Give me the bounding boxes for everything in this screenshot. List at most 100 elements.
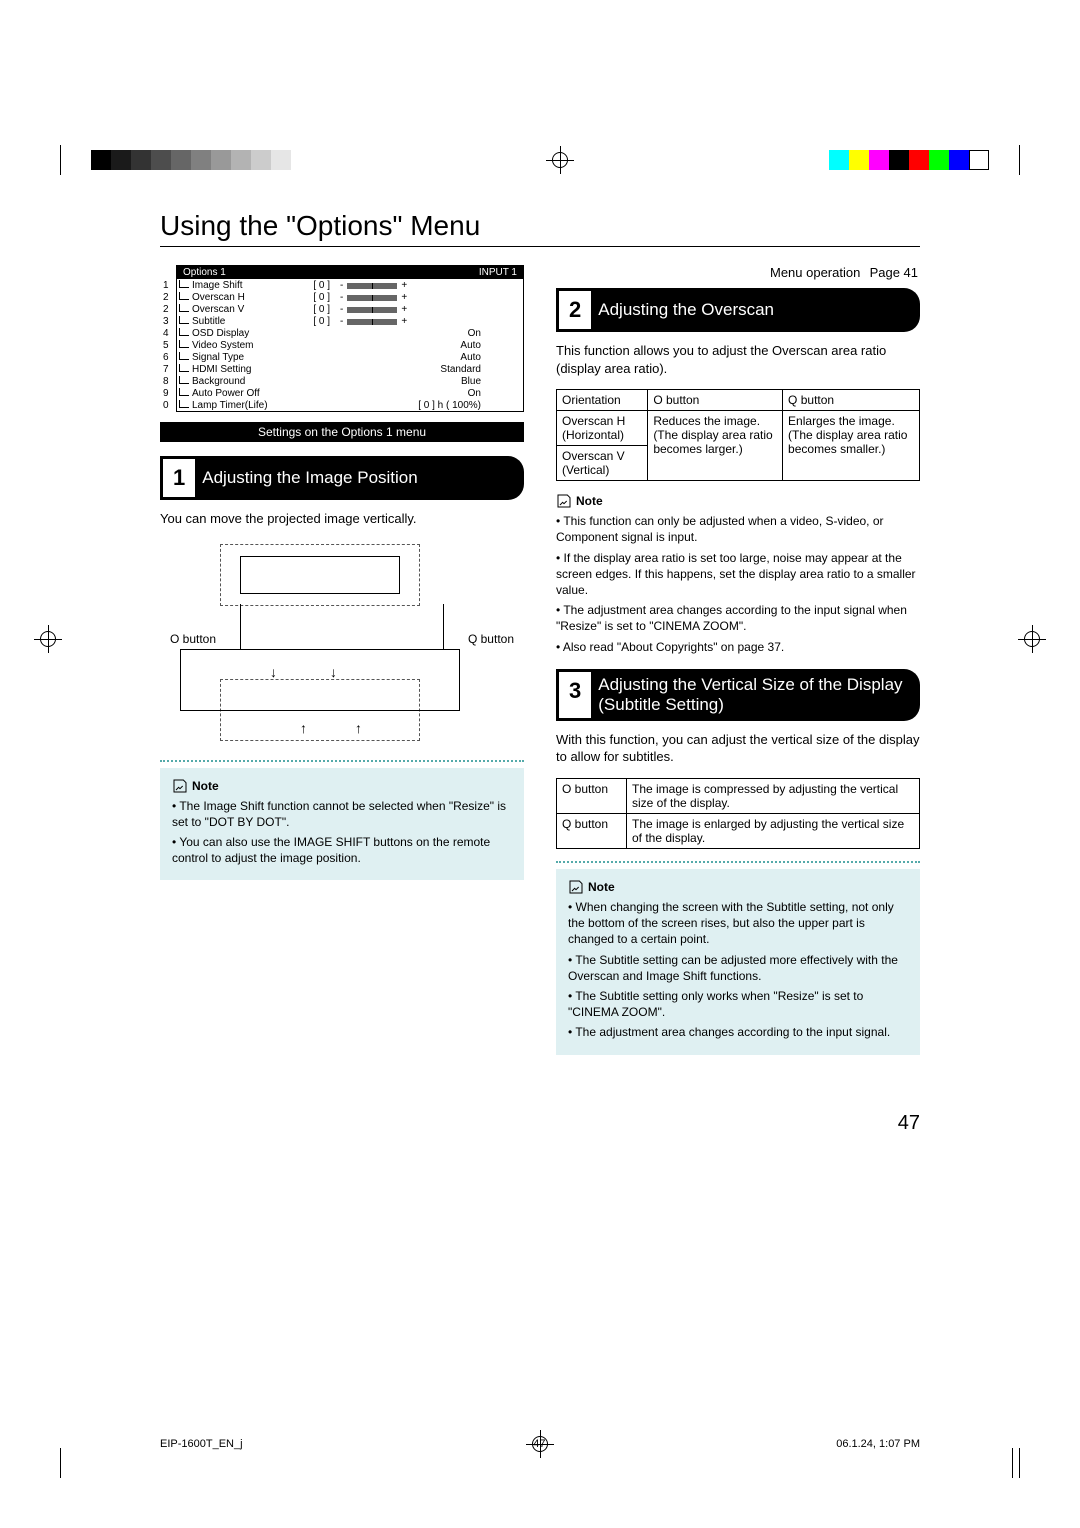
section2-note-block: Note This function can only be adjusted …	[556, 493, 920, 655]
q-button-label: Q button	[468, 632, 514, 646]
osd-menu: Options 1 INPUT 1 1Image Shift[ 0 ] -+2O…	[176, 265, 524, 412]
note-icon	[568, 879, 584, 895]
osd-header-right: INPUT 1	[479, 267, 517, 278]
table-cell: The image is enlarged by adjusting the v…	[627, 813, 920, 848]
note-list: When changing the screen with the Subtit…	[568, 899, 908, 1041]
osd-row: 5Video SystemAuto	[177, 339, 523, 351]
page-number: 47	[898, 1112, 920, 1135]
subtitle-table: O button The image is compressed by adju…	[556, 778, 920, 849]
overscan-table: Orientation O button Q button Overscan H…	[556, 389, 920, 481]
osd-row-num: 9	[163, 388, 169, 399]
plus-icon: +	[401, 316, 407, 327]
note-title: Note	[192, 778, 219, 794]
osd-row: 8BackgroundBlue	[177, 375, 523, 387]
settings-caption: Settings on the Options 1 menu	[160, 422, 524, 442]
osd-row: 6Signal TypeAuto	[177, 351, 523, 363]
table-cell: Enlarges the image. (The display area ra…	[783, 411, 920, 481]
table-cell: Reduces the image. (The display area rat…	[648, 411, 783, 481]
osd-row-value: Standard	[440, 364, 521, 375]
osd-header-left: Options 1	[183, 267, 226, 278]
section3-note-block: Note When changing the screen with the S…	[556, 869, 920, 1055]
note-list: The Image Shift function cannot be selec…	[172, 798, 512, 867]
section3-body: With this function, you can adjust the v…	[556, 731, 920, 766]
note-item: If the display area ratio is set too lar…	[556, 550, 920, 599]
note-item: When changing the screen with the Subtit…	[568, 899, 908, 948]
note-item: This function can only be adjusted when …	[556, 513, 920, 545]
osd-row: 0Lamp Timer(Life)[ 0 ] h ( 100%)	[177, 399, 523, 411]
table-header: Orientation	[557, 390, 648, 411]
osd-row: 7HDMI SettingStandard	[177, 363, 523, 375]
note-list: This function can only be adjusted when …	[556, 513, 920, 655]
osd-row: 2Overscan V[ 0 ] -+	[177, 303, 523, 315]
table-cell: O button	[557, 778, 627, 813]
minus-icon: -	[340, 292, 343, 303]
minus-icon: -	[340, 304, 343, 315]
color-swatches	[829, 150, 989, 170]
osd-row-num: 2	[163, 304, 169, 315]
osd-row: 4OSD DisplayOn	[177, 327, 523, 339]
osd-row-label: Overscan H	[192, 292, 282, 303]
section3-heading: 3 Adjusting the Vertical Size of the Dis…	[556, 669, 920, 721]
separator	[556, 861, 920, 863]
slider-bar	[347, 295, 397, 301]
slider-bar	[347, 319, 397, 325]
osd-row-num: 6	[163, 352, 169, 363]
up-arrow-icon: ↑	[300, 720, 307, 736]
registration-bottom	[0, 1448, 1080, 1478]
osd-row-value: Blue	[461, 376, 521, 387]
section2-heading: 2 Adjusting the Overscan	[556, 288, 920, 332]
osd-row-label: Signal Type	[192, 352, 282, 363]
plus-icon: +	[401, 292, 407, 303]
osd-row: 3Subtitle[ 0 ] -+	[177, 315, 523, 327]
table-cell: Overscan H (Horizontal)	[557, 411, 648, 446]
plus-icon: +	[401, 280, 407, 291]
note-item: The Subtitle setting only works when "Re…	[568, 988, 908, 1020]
osd-row-num: 2	[163, 292, 169, 303]
crosshair-icon	[34, 625, 62, 653]
osd-row-value: On	[468, 328, 521, 339]
osd-row-num: 4	[163, 328, 169, 339]
osd-row-label: Subtitle	[192, 316, 282, 327]
divider	[160, 246, 920, 247]
osd-row-value: [ 0 ]	[282, 304, 330, 315]
slider-bar	[347, 307, 397, 313]
up-arrow-icon: ↑	[355, 720, 362, 736]
osd-row-value: [ 0 ]	[282, 280, 330, 291]
note-title: Note	[588, 879, 615, 895]
gray-swatches	[91, 150, 291, 170]
section-title: Adjusting the Vertical Size of the Displ…	[594, 669, 920, 721]
osd-row: 2Overscan H[ 0 ] -+	[177, 291, 523, 303]
osd-row-label: HDMI Setting	[192, 364, 282, 375]
osd-row-label: Auto Power Off	[192, 388, 282, 399]
down-arrow-icon: ↓	[270, 664, 277, 680]
section-title: Adjusting the Overscan	[594, 288, 786, 332]
minus-icon: -	[340, 316, 343, 327]
osd-row: 9Auto Power OffOn	[177, 387, 523, 399]
osd-row-num: 7	[163, 364, 169, 375]
note-item: You can also use the IMAGE SHIFT buttons…	[172, 834, 512, 866]
note-item: The Subtitle setting can be adjusted mor…	[568, 952, 908, 984]
osd-row-value: [ 0 ] h ( 100%)	[418, 400, 521, 411]
crosshair-icon	[1018, 625, 1046, 653]
osd-row-num: 0	[163, 400, 169, 411]
table-cell: Q button	[557, 813, 627, 848]
osd-row-label: Video System	[192, 340, 282, 351]
table-header: O button	[648, 390, 783, 411]
table-header: Q button	[783, 390, 920, 411]
osd-row-label: Background	[192, 376, 282, 387]
separator	[160, 760, 524, 762]
osd-row: 1Image Shift[ 0 ] -+	[177, 279, 523, 291]
note-item: The adjustment area changes according to…	[556, 602, 920, 634]
osd-row-label: Overscan V	[192, 304, 282, 315]
o-button-label: O button	[170, 632, 216, 646]
note-title: Note	[576, 493, 603, 509]
plus-icon: +	[401, 304, 407, 315]
registration-top	[0, 145, 1080, 175]
section-number: 3	[559, 672, 591, 718]
down-arrow-icon: ↓	[330, 664, 337, 680]
osd-row-value: Auto	[460, 352, 521, 363]
osd-row-label: Image Shift	[192, 280, 282, 291]
image-shift-diagram: O button Q button ↓ ↓ ↑ ↑	[160, 544, 524, 744]
section-number: 2	[559, 291, 591, 329]
osd-row-label: Lamp Timer(Life)	[192, 400, 282, 411]
